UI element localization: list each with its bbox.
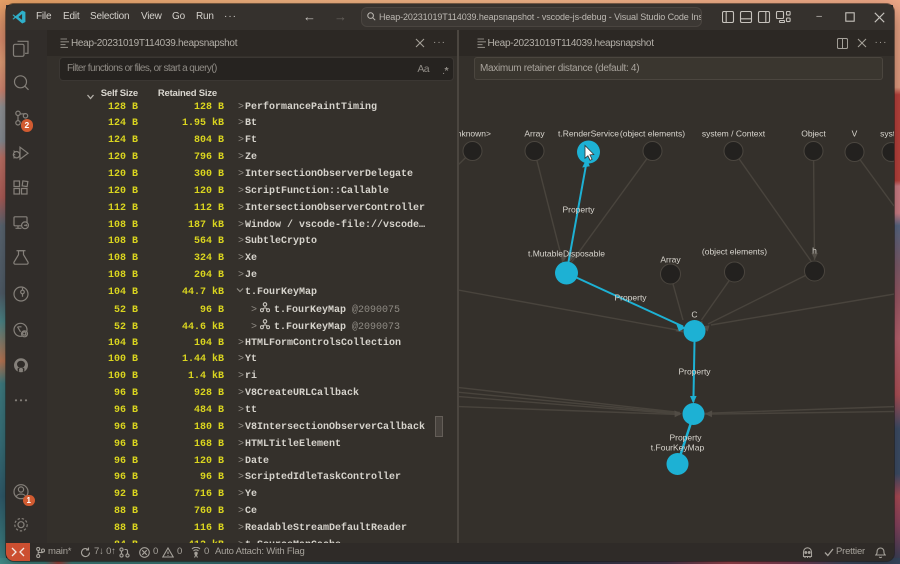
svg-text:(object elements): (object elements) bbox=[619, 129, 684, 139]
svg-text:Object: Object bbox=[801, 129, 826, 139]
svg-text:t.RenderService: t.RenderService bbox=[558, 129, 619, 139]
svg-text:Array: Array bbox=[660, 255, 681, 265]
svg-text:h: h bbox=[812, 246, 817, 256]
svg-text:(object elements): (object elements) bbox=[701, 247, 766, 257]
svg-text:Property: Property bbox=[678, 367, 711, 377]
svg-text:t.MutableDisposable: t.MutableDisposable bbox=[527, 249, 604, 259]
svg-text:system / Context: system / Context bbox=[701, 129, 765, 139]
svg-text:<unknown>: <unknown> bbox=[459, 129, 491, 139]
svg-text:Property: Property bbox=[562, 205, 595, 215]
svg-text:Property: Property bbox=[669, 433, 702, 443]
svg-text:t.FourKeyMap: t.FourKeyMap bbox=[650, 443, 704, 453]
svg-text:system /: system / bbox=[880, 129, 894, 139]
svg-text:V: V bbox=[851, 129, 857, 139]
svg-text:Array: Array bbox=[524, 129, 545, 139]
svg-text:C: C bbox=[691, 310, 697, 320]
svg-text:Property: Property bbox=[614, 293, 647, 303]
